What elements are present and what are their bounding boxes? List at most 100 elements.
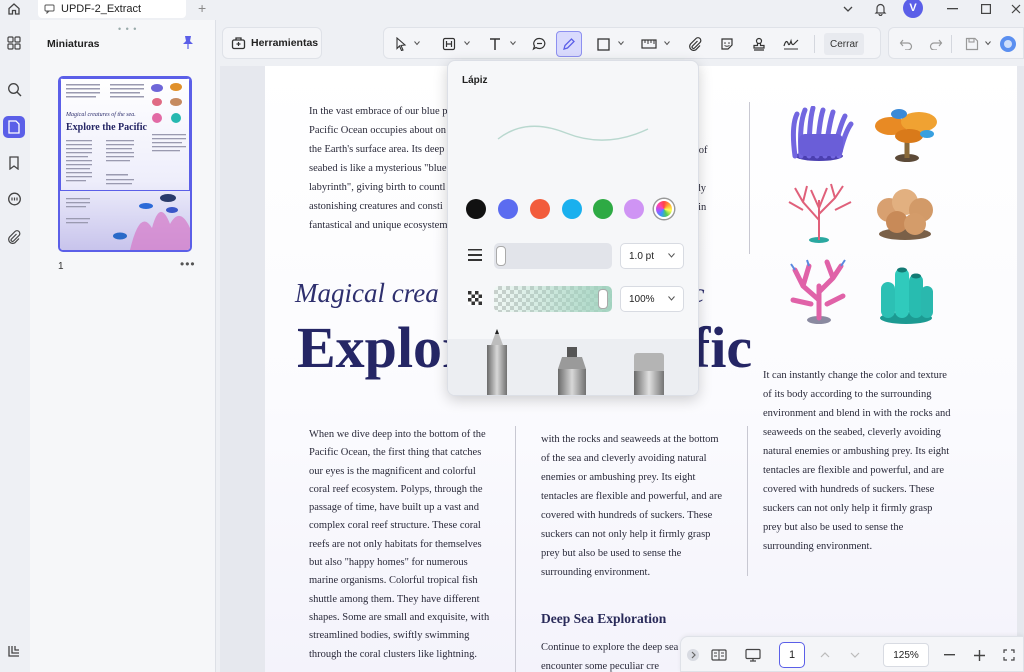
- chevron-down-icon[interactable]: [664, 40, 670, 46]
- section-heading: Deep Sea Exploration: [541, 611, 667, 626]
- undo-icon[interactable]: [893, 31, 919, 57]
- left-rail: [0, 20, 28, 672]
- avatar-initial: V: [903, 0, 923, 18]
- coral-teal-tube-image: [880, 267, 933, 324]
- bookmark-icon[interactable]: [3, 152, 25, 174]
- color-swatch-black[interactable]: [466, 199, 486, 219]
- attachment-icon[interactable]: [3, 226, 25, 248]
- color-swatch-blue[interactable]: [498, 199, 518, 219]
- thumbnails-title: Miniaturas: [47, 38, 100, 50]
- popup-title: Lápiz: [462, 75, 488, 86]
- new-tab-button[interactable]: +: [198, 0, 206, 16]
- maximize-icon[interactable]: [976, 0, 996, 18]
- opacity-icon: [468, 291, 482, 305]
- mini-title: Explore the Pacific: [66, 122, 147, 133]
- marker-icon[interactable]: [556, 347, 588, 396]
- coral-pink-fan-image: [788, 183, 852, 243]
- user-avatar[interactable]: V: [902, 0, 924, 18]
- coral-purple-image: [790, 106, 854, 161]
- page-thumbnails-icon[interactable]: [3, 116, 25, 138]
- ai-assistant-icon[interactable]: [995, 31, 1021, 57]
- toolbar-divider: [814, 35, 815, 53]
- body-column-1: When we dive deep into the bottom of the…: [309, 429, 490, 660]
- next-page-icon[interactable]: [843, 643, 867, 667]
- annotation-tools: Cerrar: [383, 27, 881, 59]
- minimize-icon[interactable]: [942, 0, 962, 18]
- zoom-in-icon[interactable]: [967, 643, 991, 667]
- title-bar: UPDF-2_Extract + V: [0, 0, 1024, 20]
- page-subtitle: Magical crea: [295, 278, 439, 308]
- chevron-down-icon[interactable]: [985, 40, 991, 46]
- chevron-down-icon[interactable]: [618, 40, 624, 46]
- column-divider: [749, 102, 750, 254]
- slider-handle[interactable]: [496, 246, 506, 266]
- select-cursor-icon[interactable]: [388, 31, 414, 57]
- thickness-value: 1.0 pt: [629, 250, 655, 262]
- close-window-icon[interactable]: [1008, 0, 1024, 18]
- color-swatch-lilac[interactable]: [624, 199, 644, 219]
- comment-tool-icon[interactable]: [526, 31, 552, 57]
- body-column-3: It can instantly change the color and te…: [763, 370, 951, 552]
- text-tool-icon[interactable]: [482, 31, 508, 57]
- stroke-preview: [497, 125, 649, 141]
- measure-tool-icon[interactable]: [636, 31, 662, 57]
- color-swatch-green[interactable]: [593, 199, 613, 219]
- collapse-arrow-icon[interactable]: [685, 643, 701, 667]
- drag-handle[interactable]: • • •: [118, 24, 137, 34]
- attach-file-icon[interactable]: [682, 31, 708, 57]
- thumbnails-panel: • • • Miniaturas Magical creatures of th…: [30, 20, 216, 672]
- slider-handle[interactable]: [598, 289, 608, 309]
- pencil-tool-icon[interactable]: [556, 31, 582, 57]
- home-icon[interactable]: [4, 0, 24, 18]
- current-page-input[interactable]: 1: [779, 642, 805, 668]
- opacity-slider[interactable]: [494, 286, 612, 312]
- thickness-slider[interactable]: [494, 243, 612, 269]
- pin-icon[interactable]: [182, 35, 194, 49]
- page-title-tail: fic: [691, 315, 753, 380]
- thickness-dropdown[interactable]: 1.0 pt: [620, 243, 684, 269]
- toolbox-icon: [231, 36, 246, 50]
- sticker-icon[interactable]: [714, 31, 740, 57]
- chevron-down-icon[interactable]: [510, 40, 516, 46]
- chevron-down-icon[interactable]: [414, 40, 420, 46]
- toolbar-divider: [951, 35, 952, 53]
- tools-button[interactable]: Herramientas: [222, 27, 322, 59]
- coral-pink-branch-image: [790, 259, 846, 324]
- color-swatch-orange[interactable]: [530, 199, 550, 219]
- edit-actions: [888, 27, 1024, 59]
- presentation-icon[interactable]: [741, 643, 765, 667]
- tools-label: Herramientas: [251, 37, 319, 49]
- line-thickness-icon: [468, 249, 482, 261]
- redo-icon[interactable]: [923, 31, 949, 57]
- bell-icon[interactable]: [870, 0, 890, 18]
- highlight-icon[interactable]: [436, 31, 462, 57]
- document-tab[interactable]: UPDF-2_Extract: [38, 0, 186, 18]
- grid-icon[interactable]: [3, 32, 25, 54]
- eraser-icon[interactable]: [632, 347, 666, 396]
- more-options-icon[interactable]: •••: [180, 257, 196, 271]
- zoom-level[interactable]: 125%: [883, 643, 929, 667]
- close-tools-button[interactable]: Cerrar: [824, 33, 865, 55]
- rectangle-tool-icon[interactable]: [590, 31, 616, 57]
- pencil-icon[interactable]: [484, 329, 510, 396]
- search-icon[interactable]: [3, 78, 25, 100]
- pen-type-tray: [448, 329, 698, 396]
- fit-page-icon[interactable]: [997, 643, 1021, 667]
- page-thumbnail[interactable]: Magical creatures of the sea. Explore th…: [58, 76, 192, 252]
- custom-color-picker[interactable]: [654, 199, 674, 219]
- color-swatch-cyan[interactable]: [562, 199, 582, 219]
- comments-icon[interactable]: [3, 188, 25, 210]
- tab-title: UPDF-2_Extract: [61, 3, 142, 15]
- save-icon[interactable]: [959, 31, 985, 57]
- signature-icon[interactable]: [778, 31, 804, 57]
- chevron-down-icon[interactable]: [838, 0, 858, 18]
- reading-mode-icon[interactable]: [707, 643, 731, 667]
- updf-logo-icon[interactable]: [3, 640, 25, 662]
- pencil-settings-popup: Lápiz 1.0 pt 100%: [447, 60, 699, 396]
- opacity-dropdown[interactable]: 100%: [620, 286, 684, 312]
- previous-page-icon[interactable]: [813, 643, 837, 667]
- chevron-down-icon[interactable]: [464, 40, 470, 46]
- stamp-icon[interactable]: [746, 31, 772, 57]
- coral-orange-image: [875, 109, 937, 162]
- zoom-out-icon[interactable]: [937, 643, 961, 667]
